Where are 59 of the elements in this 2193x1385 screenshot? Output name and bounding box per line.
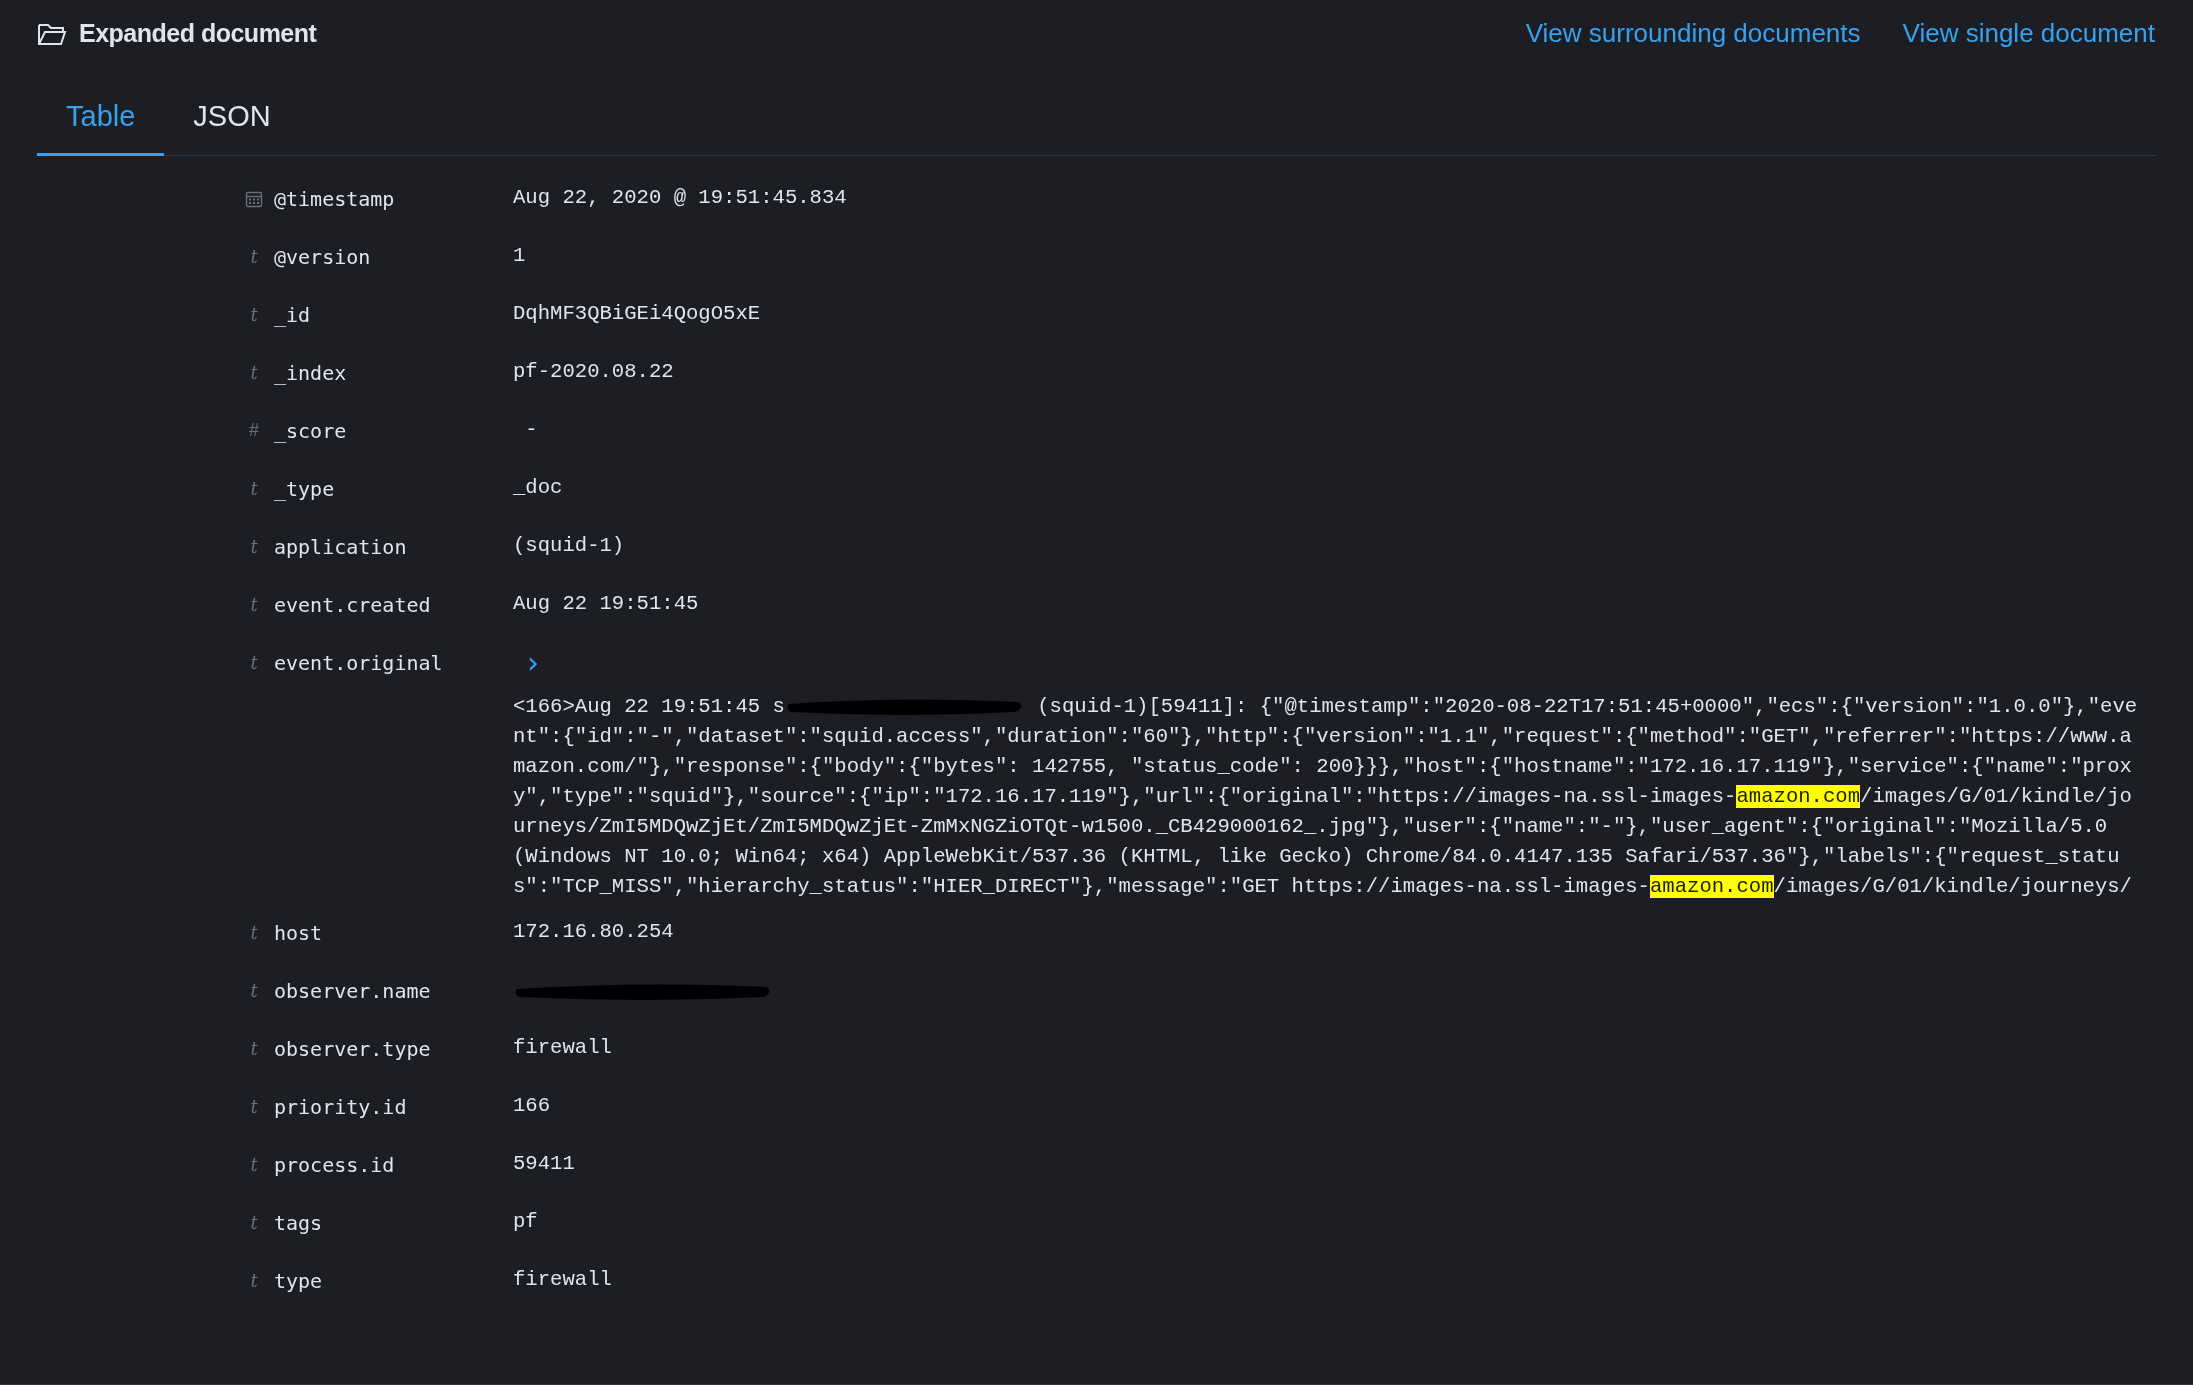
field-name: tags: [274, 1209, 323, 1237]
number-type-icon: #: [249, 417, 259, 444]
json-line: urneys/ZmI5MDQwZjEt/ZmI5MDQwZjEt-ZmMxNGZiOTQt-w1500._CB429000162_.jpg"},"user":{"name":"-"},"user_agent":{"original":"Mozilla/5.0: [513, 813, 2109, 840]
string-type-icon: t: [250, 919, 258, 946]
field-name: _id: [274, 301, 311, 329]
string-type-icon: t: [250, 301, 258, 328]
string-type-icon: t: [250, 1093, 258, 1120]
field-value: 59411: [513, 1151, 575, 1178]
string-type-icon: t: [250, 591, 258, 618]
field-value: 172.16.80.254: [513, 919, 674, 946]
field-name: _type: [274, 475, 335, 503]
string-type-icon: t: [250, 475, 258, 502]
field-value: -: [524, 417, 538, 444]
field-name: @version: [274, 243, 371, 271]
string-type-icon: t: [250, 1267, 258, 1294]
calendar-icon: [245, 189, 263, 208]
field-value: 166: [513, 1093, 551, 1120]
field-name: type: [274, 1267, 323, 1295]
json-line: s":"TCP_MISS","hierarchy_status":"HIER_DIRECT"},"message":"GET https://images-na.ssl-images-amazon.com/images/G/01/kindle/journeys/: [513, 873, 2133, 900]
field-value: pf-2020.08.22: [513, 359, 674, 386]
field-value: (squid-1): [513, 533, 625, 560]
field-name: _index: [274, 359, 347, 387]
header-link[interactable]: View surrounding documents: [1525, 14, 1861, 53]
string-type-icon: t: [250, 649, 258, 676]
field-name: observer.name: [274, 977, 431, 1005]
string-type-icon: t: [250, 977, 258, 1004]
string-type-icon: t: [250, 1035, 258, 1062]
flyout-title: Expanded document: [79, 17, 317, 49]
field-value: firewall: [513, 1267, 612, 1294]
field-name: priority.id: [274, 1093, 407, 1121]
json-line: nt":{"id":"-","dataset":"squid.access","duration":"60"},"http":{"version":"1.1","request":{"method":"GET","referrer":"https://www.a: [513, 723, 2133, 750]
string-type-icon: t: [250, 1209, 258, 1236]
field-value: _doc: [513, 475, 563, 502]
field-name: _score: [274, 417, 347, 445]
string-type-icon: t: [250, 1151, 258, 1178]
header-link[interactable]: View single document: [1902, 14, 2155, 53]
string-type-icon: t: [250, 533, 258, 560]
field-name: event.created: [274, 591, 431, 619]
json-line: (Windows NT 10.0; Win64; x64) AppleWebKit/537.36 (KHTML, like Gecko) Chrome/84.0.4147.135 Safari/537.36"},"labels":{"request_statu: [513, 843, 2121, 870]
json-line: <166>Aug 22 19:51:45 s (squid-1)[59411]: {"@timestamp":"2020-08-22T17:51:45+0000","ecs":{"version":"1.0.0"},"eve: [513, 693, 2139, 721]
field-name: process.id: [274, 1151, 395, 1179]
field-name: @timestamp: [274, 185, 395, 213]
field-name: host: [274, 919, 323, 947]
tab[interactable]: Table: [37, 89, 165, 156]
json-line: y","type":"squid"},"source":{"ip":"172.16.17.119"},"url":{"original":"https://images-na.ssl-images-amazon.com/images/G/01/kindle/jo: [513, 783, 2133, 810]
expand-chevron[interactable]: ›: [527, 647, 539, 678]
string-type-icon: t: [250, 243, 258, 270]
field-name: application: [274, 533, 407, 561]
json-line: mazon.com/"},"response":{"body":{"bytes": 142755, "status_code": 200}}},"host":{"hostname":"172.16.17.119"},"service":{"name":"prox: [513, 753, 2133, 780]
field-name: observer.type: [274, 1035, 431, 1063]
field-value: pf: [513, 1209, 538, 1236]
field-value: firewall: [513, 1035, 612, 1062]
string-type-icon: t: [250, 359, 258, 386]
field-name: event.original: [274, 649, 443, 677]
field-value: Aug 22 19:51:45: [513, 591, 699, 618]
field-value: Aug 22, 2020 @ 19:51:45.834: [513, 185, 847, 212]
field-value: 1: [513, 243, 526, 270]
field-value: DqhMF3QBiGEi4QogO5xE: [513, 301, 761, 328]
tab[interactable]: JSON: [164, 89, 300, 156]
